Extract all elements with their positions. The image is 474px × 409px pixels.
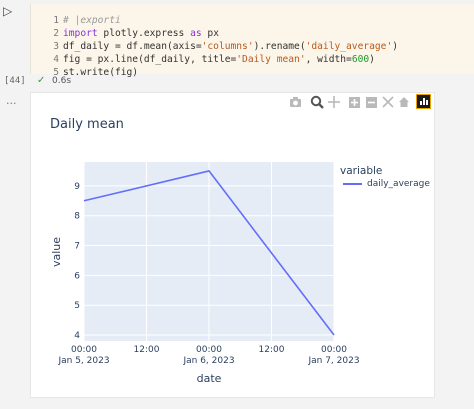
x-tick-date-label: Jan 6, 2023 — [182, 356, 234, 366]
y-tick-label: 7 — [74, 242, 80, 252]
x-tick-date-label: Jan 5, 2023 — [57, 356, 109, 366]
y-tick-label: 4 — [74, 331, 80, 341]
x-tick-label: 00:00 — [196, 345, 222, 355]
x-tick-label: 12:00 — [134, 345, 160, 355]
y-axis-title: value — [50, 237, 63, 267]
x-tick-date-label: Jan 7, 2023 — [307, 356, 359, 366]
legend-item-daily-average[interactable]: daily_average — [367, 179, 430, 189]
y-tick-label: 6 — [74, 271, 80, 281]
y-tick-label: 8 — [74, 212, 80, 222]
x-tick-label: 00:00 — [71, 345, 97, 355]
y-tick-label: 9 — [74, 182, 80, 192]
y-tick-label: 5 — [74, 301, 80, 311]
x-tick-label: 12:00 — [259, 345, 285, 355]
x-axis-title: date — [197, 372, 222, 385]
legend-title: variable — [340, 165, 383, 177]
x-tick-label: 00:00 — [321, 345, 347, 355]
line-chart[interactable]: 45678900:00Jan 5, 202312:00 00:00Jan 6, 2… — [0, 0, 474, 409]
